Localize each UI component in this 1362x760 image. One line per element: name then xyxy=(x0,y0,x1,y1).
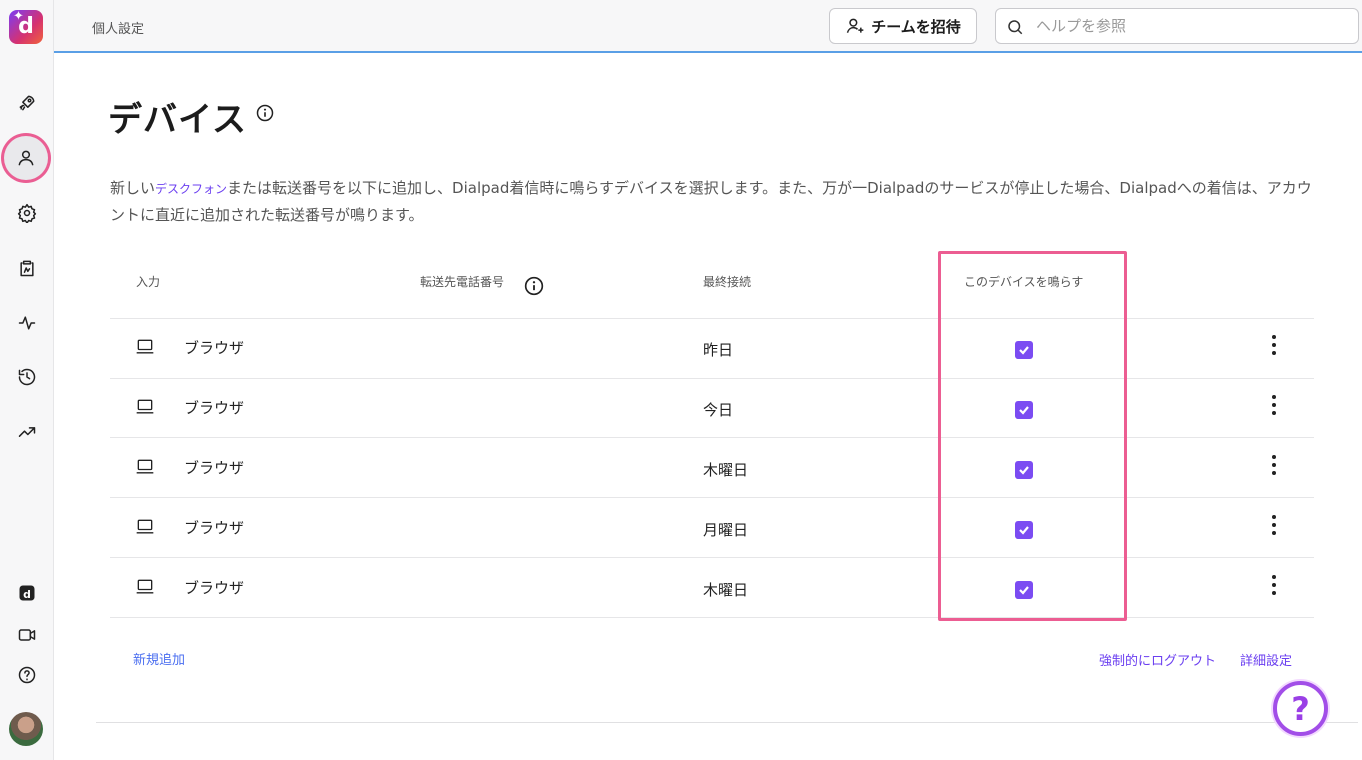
sidebar: ✦ d d xyxy=(0,0,54,760)
question-mark-icon: ? xyxy=(1291,689,1310,728)
last-connected: 月曜日 xyxy=(703,521,749,539)
page-description: 新しいデスクフォンまたは転送番号を以下に追加し、Dialpad着信時に鳴らすデバ… xyxy=(110,175,1320,228)
row-menu-button[interactable] xyxy=(1264,513,1284,537)
breadcrumb: 個人設定 xyxy=(92,22,145,37)
last-connected: 木曜日 xyxy=(703,461,749,479)
divider xyxy=(110,557,1314,558)
avatar[interactable] xyxy=(9,712,43,746)
help-icon[interactable] xyxy=(10,658,44,692)
dialpad-ai-icon[interactable]: d xyxy=(10,576,44,610)
divider xyxy=(110,318,1314,319)
device-name: ブラウザ xyxy=(184,519,245,537)
laptop-icon xyxy=(135,577,155,597)
svg-text:d: d xyxy=(23,588,31,601)
top-bar: 個人設定 チームを招待 xyxy=(54,0,1362,53)
clipboard-icon[interactable] xyxy=(10,251,44,285)
person-icon xyxy=(18,150,34,166)
row-menu-button[interactable] xyxy=(1264,573,1284,597)
device-name: ブラウザ xyxy=(184,459,245,477)
column-header-forward-number: 転送先電話番号 xyxy=(420,275,505,289)
ring-column-highlight xyxy=(938,251,1127,621)
device-name: ブラウザ xyxy=(184,399,245,417)
activity-icon[interactable] xyxy=(10,306,44,340)
gear-icon[interactable] xyxy=(10,196,44,230)
divider xyxy=(96,722,1358,723)
desk-phone-link[interactable]: デスクフォン xyxy=(155,182,227,196)
divider xyxy=(110,617,1314,618)
divider xyxy=(110,378,1314,379)
column-header-input: 入力 xyxy=(136,275,161,289)
device-name: ブラウザ xyxy=(184,579,245,597)
trending-up-icon[interactable] xyxy=(10,415,44,449)
divider xyxy=(110,437,1314,438)
laptop-icon xyxy=(135,517,155,537)
invite-team-button[interactable]: チームを招待 xyxy=(829,8,977,44)
add-new-link[interactable]: 新規追加 xyxy=(133,649,185,668)
desc-prefix: 新しい xyxy=(110,179,156,197)
last-connected: 昨日 xyxy=(703,341,734,359)
page-title: デバイス xyxy=(108,100,247,140)
divider xyxy=(110,497,1314,498)
invite-team-label: チームを招待 xyxy=(871,17,961,36)
info-icon[interactable] xyxy=(256,104,274,122)
sidebar-item-profile[interactable] xyxy=(4,136,48,180)
laptop-icon xyxy=(135,397,155,417)
advanced-settings-link[interactable]: 詳細設定 xyxy=(1240,650,1292,669)
add-user-icon xyxy=(846,18,864,33)
row-menu-button[interactable] xyxy=(1264,393,1284,417)
force-logout-link[interactable]: 強制的にログアウト xyxy=(1099,650,1216,669)
sparkle-icon: ✦ xyxy=(13,9,24,24)
device-name: ブラウザ xyxy=(184,339,245,357)
help-search[interactable] xyxy=(995,8,1359,44)
row-menu-button[interactable] xyxy=(1264,333,1284,357)
info-icon[interactable] xyxy=(524,276,544,296)
rocket-icon[interactable] xyxy=(10,86,44,120)
last-connected: 今日 xyxy=(703,401,734,419)
row-menu-button[interactable] xyxy=(1264,453,1284,477)
dialpad-logo[interactable]: ✦ d xyxy=(9,10,43,44)
history-icon[interactable] xyxy=(10,360,44,394)
last-connected: 木曜日 xyxy=(703,581,749,599)
laptop-icon xyxy=(135,457,155,477)
column-header-last-connected: 最終接続 xyxy=(703,275,752,289)
search-icon xyxy=(1008,20,1023,35)
laptop-icon xyxy=(135,337,155,357)
desc-body: または転送番号を以下に追加し、Dialpad着信時に鳴らすデバイスを選択します。… xyxy=(110,179,1312,224)
video-icon[interactable] xyxy=(10,618,44,652)
search-input[interactable] xyxy=(1036,15,1346,37)
help-fab-button[interactable]: ? xyxy=(1273,681,1328,736)
